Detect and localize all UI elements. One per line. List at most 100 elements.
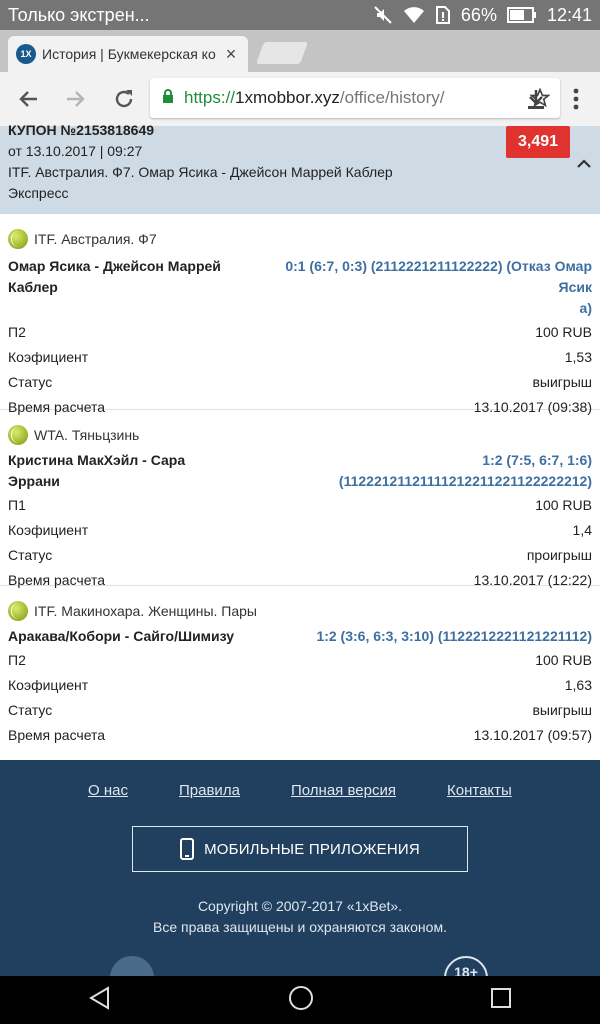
bet-item: ITF. Макинохара. Женщины. Пары Аракава/К… <box>0 598 600 760</box>
bet-score: 0:1 (6:7, 0:3) (2112221211122222) (Отказ… <box>252 256 592 319</box>
bet-stake: 100 RUB <box>535 324 592 340</box>
bet-coef-row: Коэфициент 1,4 <box>8 520 592 541</box>
nav-recents-icon[interactable] <box>490 987 512 1014</box>
bet-item: ITF. Австралия. Ф7 Омар Ясика - Джейсон … <box>0 226 600 415</box>
notification-text: Только экстрен... <box>8 4 150 25</box>
forward-button[interactable] <box>52 75 100 123</box>
url-scheme: https:// <box>184 88 236 107</box>
bet-time-label: Время расчета <box>8 399 106 415</box>
footer-link-full-version[interactable]: Полная версия <box>291 782 396 799</box>
bet-league: ITF. Австралия. Ф7 <box>34 231 157 247</box>
coupon-type: Экспресс <box>8 185 69 201</box>
clock: 12:41 <box>546 4 592 25</box>
tab-history[interactable]: 1X История | Букмекерская ко × <box>8 36 248 72</box>
rights-line: Все права защищены и охраняются законом. <box>153 919 447 935</box>
nav-back-icon[interactable] <box>88 985 112 1015</box>
bet-score-line: 0:1 (6:7, 0:3) (2112221211122222) (Отказ… <box>285 258 592 295</box>
coupon-event: ITF. Австралия. Ф7. Омар Ясика - Джейсон… <box>8 164 393 180</box>
back-icon <box>19 91 37 107</box>
footer-link-about[interactable]: О нас <box>88 782 128 799</box>
site-favicon-icon: 1X <box>16 44 36 64</box>
bet-time: 13.10.2017 (09:57) <box>473 727 592 743</box>
tennis-ball-icon <box>8 601 28 621</box>
bet-coef-label: Коэфициент <box>8 349 89 365</box>
bet-event: Кристина МакХэйл - Сара Эррани <box>8 450 235 492</box>
footer-link-rules[interactable]: Правила <box>179 782 240 799</box>
site-footer: О нас Правила Полная версия Контакты МОБ… <box>0 760 600 1000</box>
footer-link-contacts[interactable]: Контакты <box>447 782 512 799</box>
new-tab-button[interactable] <box>255 42 309 64</box>
bet-event-line: Аракава/Кобори - Сайго/Шимизу <box>8 628 235 644</box>
system-nav-bar <box>0 976 600 1024</box>
url-path: /office/history/ <box>339 88 445 107</box>
bet-status: выигрыш <box>532 702 592 718</box>
bet-score-line: 1:2 (7:5, 6:7, 1:6) (1122212112111121221… <box>338 452 592 489</box>
bet-pick: П2 <box>8 652 26 668</box>
bet-coef-row: Коэфициент 1,53 <box>8 347 592 368</box>
bet-status-row: Статус выигрыш <box>8 700 592 721</box>
phone-icon <box>180 838 195 860</box>
address-bar[interactable]: https://1xmobbor.xyz/office/history/ <box>150 78 560 118</box>
url-host: 1xmobbor.xyz <box>235 88 340 107</box>
tennis-ball-icon <box>8 229 28 249</box>
mobile-apps-button[interactable]: МОБИЛЬНЫЕ ПРИЛОЖЕНИЯ <box>132 826 468 872</box>
reload-icon <box>115 90 133 108</box>
mute-icon <box>373 5 393 25</box>
bet-status: выигрыш <box>532 374 592 390</box>
url-text: https://1xmobbor.xyz/office/history/ <box>184 88 520 108</box>
sim-icon <box>435 5 451 25</box>
menu-icon <box>573 88 579 110</box>
coupon-number: КУПОН №2153818649 <box>8 122 155 138</box>
bet-time: 13.10.2017 (09:38) <box>473 399 592 415</box>
bet-event-row: Омар Ясика - Джейсон Маррей Каблер 0:1 (… <box>8 256 592 319</box>
status-icons: 66% 12:41 <box>373 5 592 26</box>
nav-home-icon[interactable] <box>288 985 314 1016</box>
bet-coef-label: Коэфициент <box>8 677 89 693</box>
bet-league-row: ITF. Австралия. Ф7 <box>8 226 592 252</box>
bet-league: WTA. Тяньцзинь <box>34 427 140 443</box>
copyright-line: Copyright © 2007-2017 «1xBet». <box>197 898 403 914</box>
browser-toolbar: https://1xmobbor.xyz/office/history/ <box>0 72 600 126</box>
bet-score-line: а) <box>579 300 592 316</box>
bet-league-row: WTA. Тяньцзинь <box>8 422 592 448</box>
chevron-up-icon[interactable] <box>576 156 592 174</box>
menu-button[interactable] <box>552 75 600 123</box>
bet-stake: 100 RUB <box>535 497 592 513</box>
bet-status-row: Статус проигрыш <box>8 545 592 566</box>
bet-coef-row: Коэфициент 1,63 <box>8 675 592 696</box>
bet-time-label: Время расчета <box>8 727 106 743</box>
bet-coef: 1,53 <box>564 349 592 365</box>
battery-percent: 66% <box>460 4 497 25</box>
close-tab-icon[interactable]: × <box>222 44 240 65</box>
bet-event-line: Омар Ясика - Джейсон Маррей <box>8 258 221 274</box>
bet-league-row: ITF. Макинохара. Женщины. Пары <box>8 598 592 624</box>
bet-pick: П2 <box>8 324 26 340</box>
tab-title: История | Букмекерская ко <box>42 46 216 62</box>
bet-status-label: Статус <box>8 702 53 718</box>
bet-score-line: 1:2 (3:6, 6:3, 3:10) (112221222112122111… <box>316 628 592 644</box>
wifi-icon <box>403 5 425 25</box>
reload-button[interactable] <box>100 75 148 123</box>
bet-coef: 1,63 <box>564 677 592 693</box>
bet-event: Омар Ясика - Джейсон Маррей Каблер <box>8 256 228 298</box>
coupon-date: от 13.10.2017 | 09:27 <box>8 143 143 159</box>
back-button[interactable] <box>4 75 52 123</box>
bet-event-row: Кристина МакХэйл - Сара Эррани 1:2 (7:5,… <box>8 450 592 492</box>
bet-status-label: Статус <box>8 547 53 563</box>
tab-strip: 1X История | Букмекерская ко × <box>0 30 600 72</box>
bet-pick: П1 <box>8 497 26 513</box>
bet-status-label: Статус <box>8 374 53 390</box>
bet-time-row: Время расчета 13.10.2017 (12:22) <box>8 570 592 591</box>
bet-status: проигрыш <box>526 547 592 563</box>
bet-score: 1:2 (3:6, 6:3, 3:10) (112221222112122111… <box>316 626 592 647</box>
copyright: Copyright © 2007-2017 «1xBet». Все права… <box>0 896 600 938</box>
bet-event-line: Кристина МакХэйл - Сара Эррани <box>8 452 186 489</box>
download-icon <box>528 90 544 109</box>
bet-stake: 100 RUB <box>535 652 592 668</box>
bet-pick-row: П1 100 RUB <box>8 495 592 516</box>
bet-status-row: Статус выигрыш <box>8 372 592 393</box>
coupon-header[interactable]: КУПОН №2153818649 от 13.10.2017 | 09:27 … <box>0 122 600 214</box>
bet-score: 1:2 (7:5, 6:7, 1:6) (1122212112111121221… <box>235 450 592 492</box>
bet-time: 13.10.2017 (12:22) <box>473 572 592 588</box>
bet-pick-row: П2 100 RUB <box>8 650 592 671</box>
